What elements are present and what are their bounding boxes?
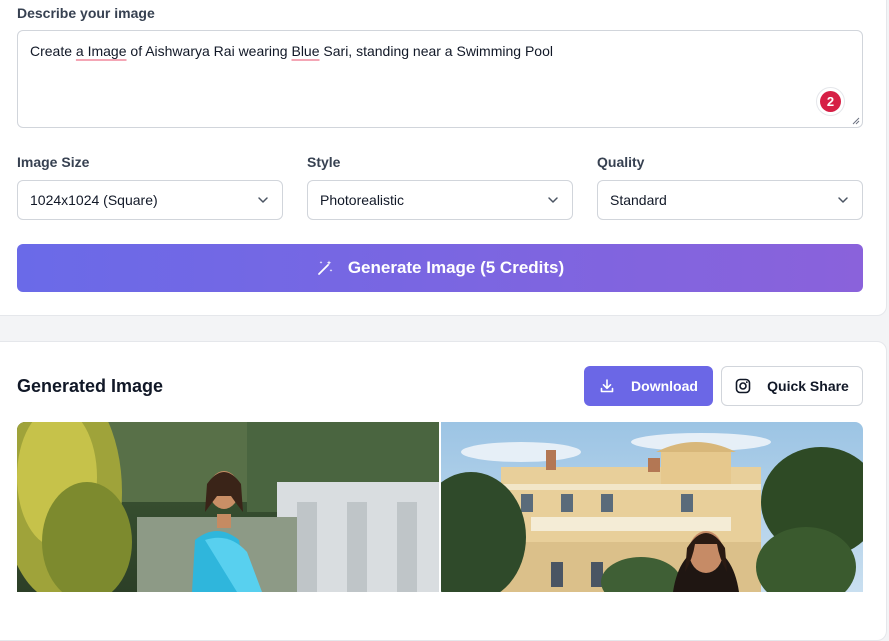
style-label: Style: [307, 154, 341, 170]
resize-grip-icon[interactable]: [852, 117, 860, 125]
quality-value: Standard: [610, 192, 667, 208]
prompt-text-part: Create: [30, 43, 76, 59]
chevron-down-icon: [548, 197, 558, 203]
instagram-icon: [735, 378, 751, 394]
prompt-text-part: Sari, standing near a Swimming Pool: [319, 43, 553, 59]
prompt-label: Describe your image: [17, 5, 155, 21]
grammar-badge-count: 2: [820, 91, 841, 112]
magic-wand-icon: [317, 260, 333, 275]
grammar-badge[interactable]: 2: [816, 87, 845, 116]
generated-image-2[interactable]: [441, 422, 863, 592]
quick-share-label: Quick Share: [767, 378, 849, 394]
download-button[interactable]: Download: [584, 366, 713, 406]
generate-image-label: Generate Image (5 Credits): [347, 258, 565, 277]
prompt-textarea[interactable]: Create a Image of Aishwarya Rai wearing …: [17, 30, 863, 128]
style-select[interactable]: Photorealistic: [307, 180, 573, 220]
image-size-label: Image Size: [17, 154, 90, 170]
quality-label: Quality: [597, 154, 645, 170]
quick-share-button[interactable]: Quick Share: [721, 366, 863, 406]
quality-select[interactable]: Standard: [597, 180, 863, 220]
chevron-down-icon: [838, 197, 848, 203]
generated-image-title: Generated Image: [17, 376, 164, 396]
download-icon: [600, 379, 614, 393]
style-value: Photorealistic: [320, 192, 405, 208]
generated-image-1[interactable]: [17, 422, 439, 592]
prompt-text-part: of Aishwarya Rai wearing: [126, 43, 292, 59]
download-label: Download: [631, 378, 698, 394]
chevron-down-icon: [258, 197, 268, 203]
generate-image-button[interactable]: Generate Image (5 Credits): [17, 244, 863, 292]
generated-image-2-picture: [441, 422, 863, 592]
image-size-select[interactable]: 1024x1024 (Square): [17, 180, 283, 220]
prompt-text-misspelled: Blue: [291, 43, 320, 59]
generated-image-1-picture: [17, 422, 439, 592]
prompt-text-misspelled: a Image: [75, 43, 127, 59]
image-size-value: 1024x1024 (Square): [30, 192, 158, 208]
